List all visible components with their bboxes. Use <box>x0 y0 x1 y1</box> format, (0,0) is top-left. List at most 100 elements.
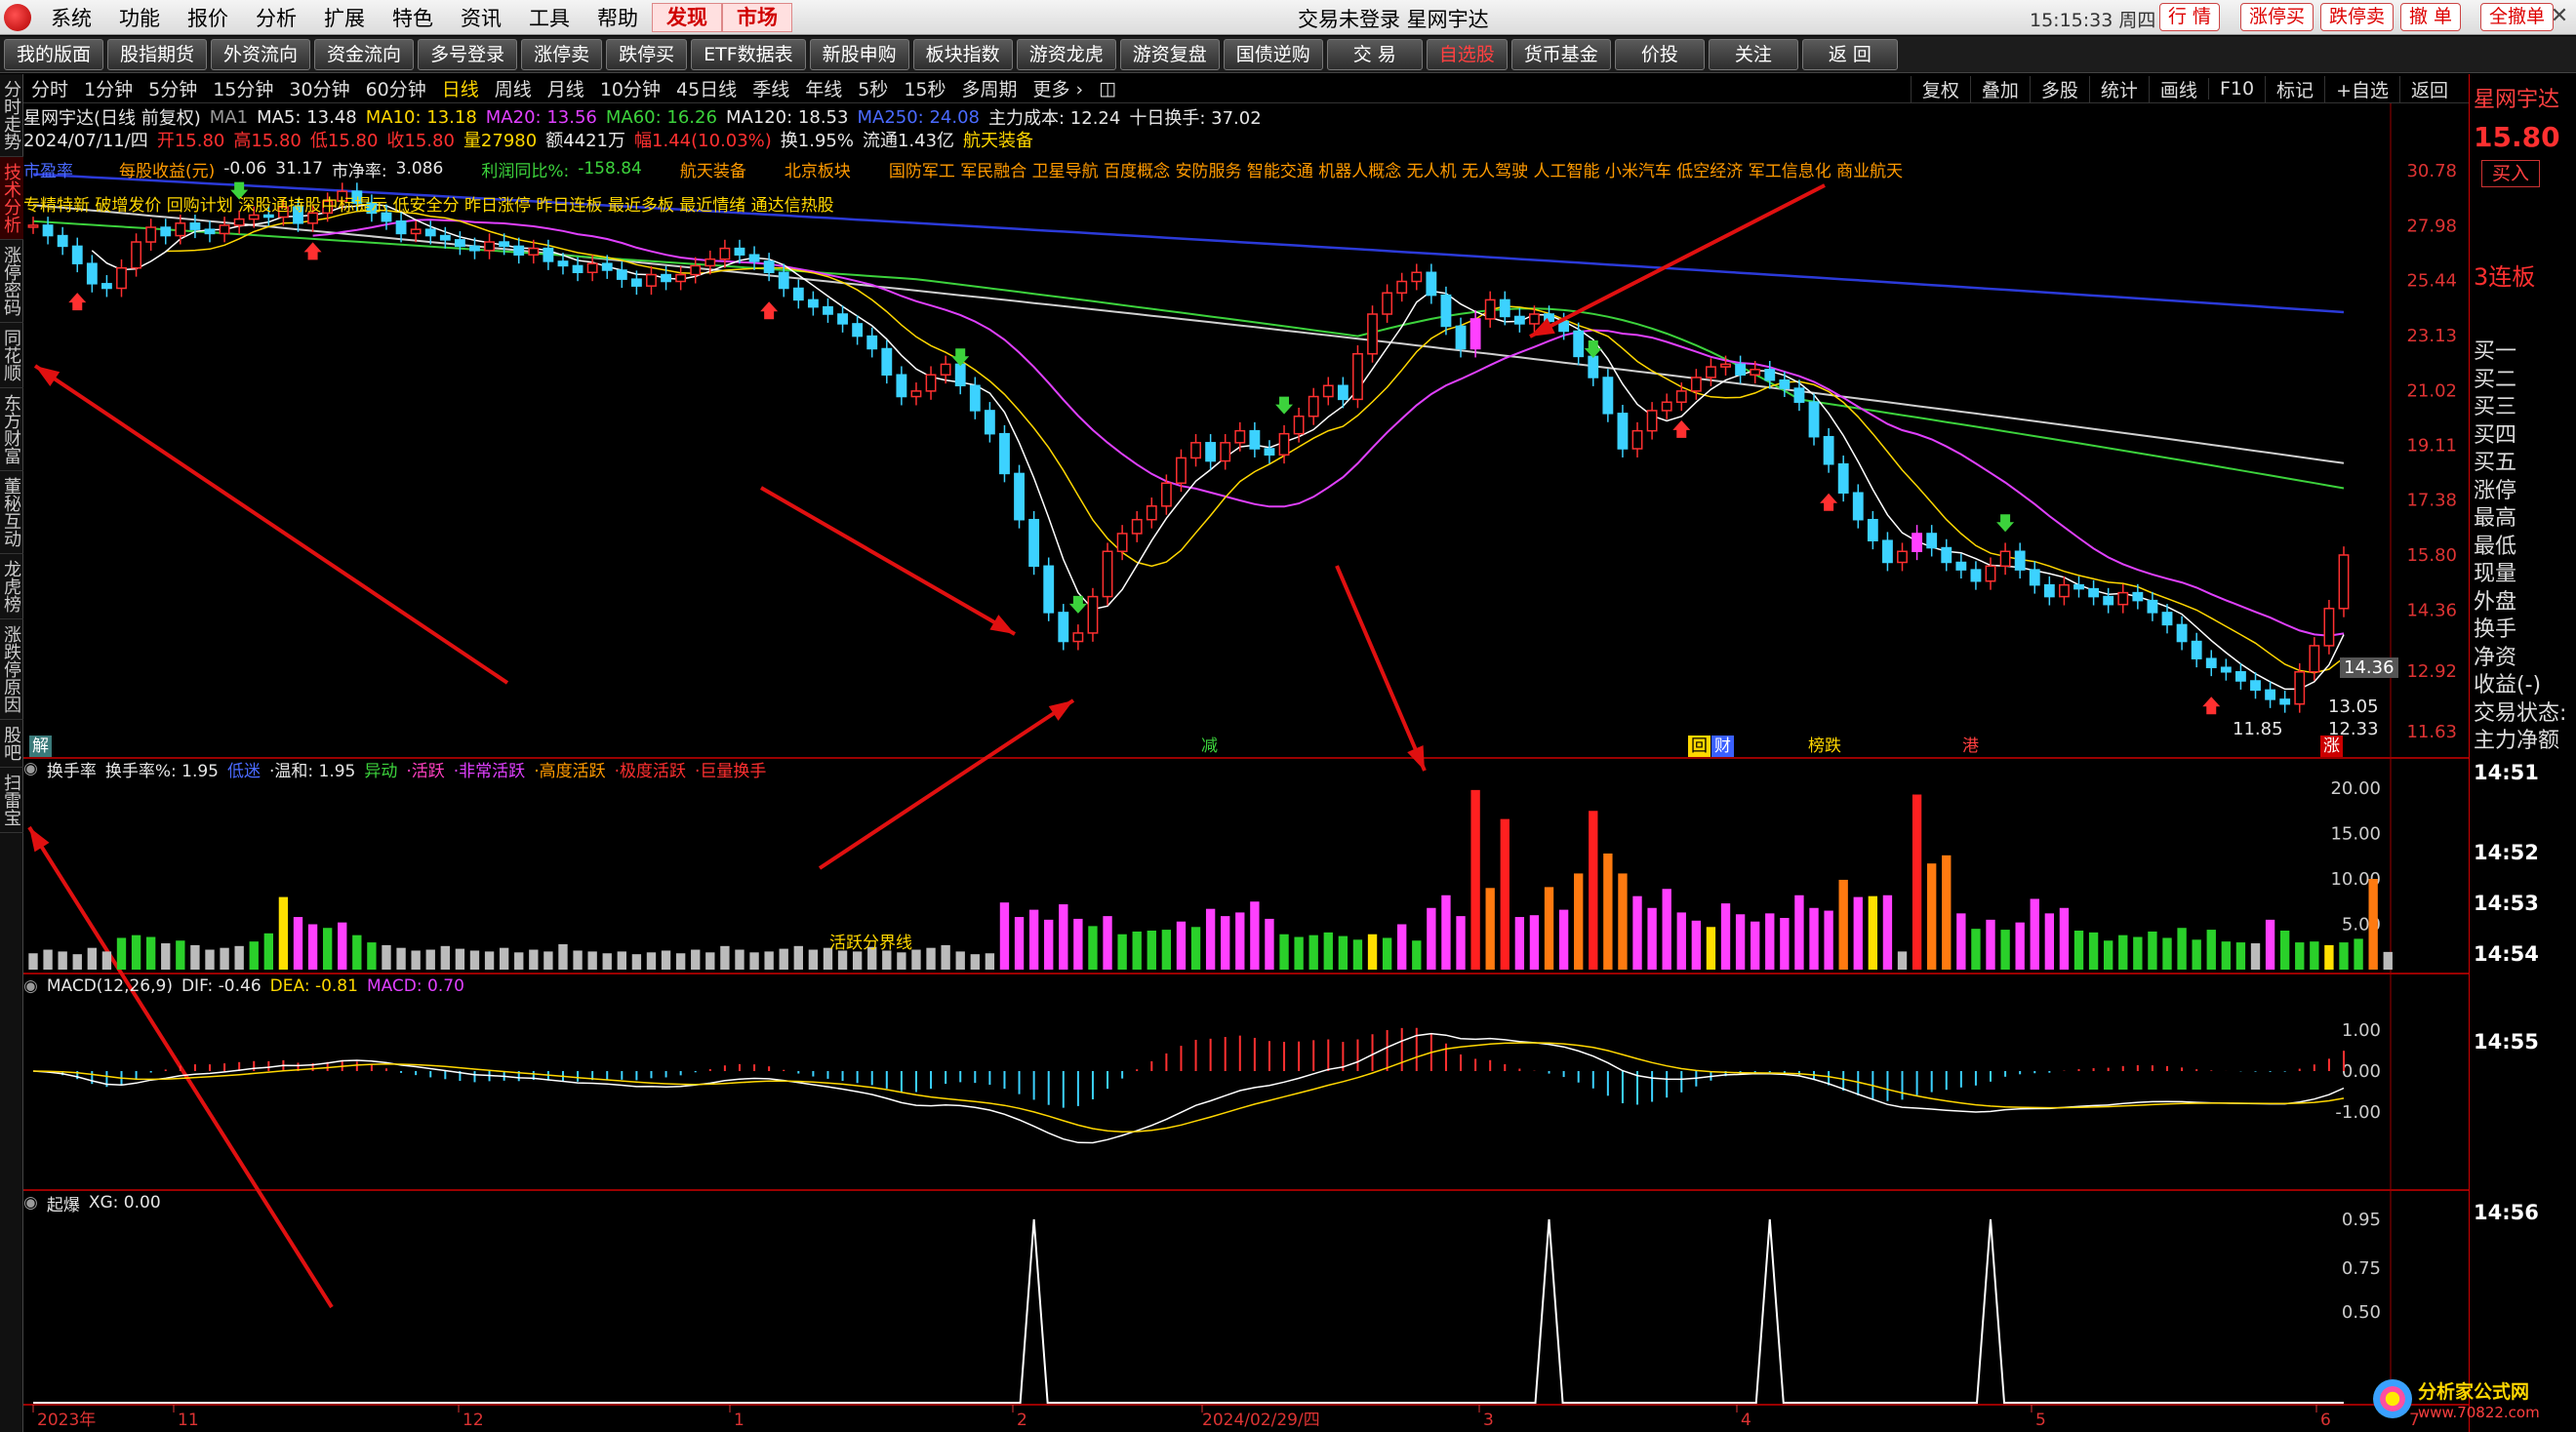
quick-trade-button[interactable]: 涨停买 <box>2240 3 2314 31</box>
left-tab[interactable]: 龙虎榜 <box>0 554 23 619</box>
toolbar-button[interactable]: 多号登录 <box>418 38 518 70</box>
menu-item[interactable]: 工具 <box>515 3 584 32</box>
turnover-bar <box>749 952 759 970</box>
toolbar-button[interactable]: 国债逆购 <box>1223 38 1323 70</box>
period-tab[interactable]: 更多 › <box>1026 75 1092 101</box>
toolbar-button[interactable]: 我的版面 <box>4 38 104 70</box>
toolbar-button[interactable]: 外资流向 <box>211 38 311 70</box>
menu-item[interactable]: 报价 <box>174 3 242 32</box>
chart-tool-button[interactable]: 返回 <box>2398 75 2459 102</box>
left-tab[interactable]: 同花顺 <box>0 323 23 388</box>
toolbar-button[interactable]: ETF数据表 <box>691 38 806 70</box>
toolbar-button[interactable]: 资金流向 <box>314 38 415 70</box>
menu-highlight-item[interactable]: 市场 <box>722 2 792 32</box>
left-tab[interactable]: 涨跌停原因 <box>0 619 23 720</box>
toolbar-button[interactable]: 涨停卖 <box>521 38 603 70</box>
chart-tool-button[interactable]: +自选 <box>2324 75 2399 102</box>
period-tab[interactable]: 月线 <box>540 75 592 101</box>
panel-toggle-icon[interactable]: ◉ <box>23 1193 38 1213</box>
menu-item[interactable]: 系统 <box>37 3 105 32</box>
turnover-bar <box>499 947 509 970</box>
close-icon[interactable]: ✕ <box>2545 2 2574 31</box>
event-tag-hk[interactable]: 港 <box>1959 736 1982 757</box>
left-tab[interactable]: 分时走势 <box>0 74 23 157</box>
chart-tool-button[interactable]: 统计 <box>2088 75 2149 102</box>
period-tab[interactable]: 15分钟 <box>205 75 281 101</box>
chart-tool-button[interactable]: 标记 <box>2265 75 2324 102</box>
chart-tool-button[interactable]: 叠加 <box>1969 75 2030 102</box>
chart-tool-button[interactable]: 复权 <box>1910 75 1970 102</box>
left-tab[interactable]: 技术分析 <box>0 157 23 240</box>
period-tab[interactable]: 年线 <box>797 75 850 101</box>
menu-item[interactable]: 功能 <box>105 3 174 32</box>
quick-trade-button[interactable]: 行 情 <box>2159 3 2221 31</box>
feature-tags[interactable]: 专精特新 破增发价 回购计划 深股通持股中标提示 低安全分 昨日涨停 昨日连板 … <box>23 191 834 216</box>
toolbar-button[interactable]: 价投 <box>1614 38 1705 70</box>
period-tab[interactable]: 45日线 <box>668 75 745 101</box>
toolbar-button[interactable]: 返 回 <box>1801 38 1898 70</box>
left-tab[interactable]: 股吧 <box>0 720 23 768</box>
menu-item[interactable]: 分析 <box>242 3 310 32</box>
menu-item[interactable]: 扩展 <box>310 3 379 32</box>
period-tab[interactable]: 60分钟 <box>358 75 434 101</box>
chart-tool-button[interactable]: 画线 <box>2148 75 2208 102</box>
candle <box>1396 272 1408 302</box>
period-tab[interactable]: 多周期 <box>954 75 1026 101</box>
active-threshold-label: 活跃分界线 <box>829 934 912 953</box>
event-tag-list-drop[interactable]: 榜跌 <box>1805 736 1844 757</box>
left-tab[interactable]: 涨停密码 <box>0 240 23 323</box>
toolbar-button[interactable]: 关注 <box>1708 38 1798 70</box>
toolbar-button[interactable]: 股指期货 <box>107 38 208 70</box>
bar-date: 2024/07/11/四 <box>23 131 148 151</box>
period-tab[interactable]: 30分钟 <box>281 75 357 101</box>
candle-body <box>586 262 598 274</box>
period-tab[interactable]: 5秒 <box>850 75 896 101</box>
period-tab[interactable]: 周线 <box>487 75 540 101</box>
period-tab[interactable]: 分时 <box>23 75 76 101</box>
panel-toggle-icon[interactable]: ◉ <box>23 976 38 996</box>
quick-trade-button[interactable]: 跌停卖 <box>2320 3 2395 31</box>
toolbar-button[interactable]: 交 易 <box>1326 38 1423 70</box>
event-tag-unlock[interactable]: 解 <box>29 736 52 757</box>
toolbar-button[interactable]: 自选股 <box>1426 38 1508 70</box>
period-tab[interactable]: 15秒 <box>896 75 953 101</box>
period-tab[interactable]: 季线 <box>745 75 797 101</box>
layout-toggle-icon[interactable]: ◫ <box>1091 78 1124 99</box>
quick-trade-button[interactable]: 全撤单 <box>2480 3 2555 31</box>
menu-item[interactable]: 帮助 <box>584 3 652 32</box>
chart-tool-button[interactable]: F10 <box>2207 78 2265 99</box>
left-tab[interactable]: 董秘互动 <box>0 471 23 554</box>
sector-tag-1[interactable]: 航天装备 <box>680 157 746 181</box>
chart-tool-button[interactable]: 多股 <box>2029 75 2089 102</box>
event-tag-finance[interactable]: 财 <box>1711 736 1734 757</box>
menu-highlight-item[interactable]: 发现 <box>652 2 722 32</box>
annotation-arrow <box>1529 183 1826 338</box>
period-tab[interactable]: 1分钟 <box>76 75 141 101</box>
toolbar-button[interactable]: 新股申购 <box>809 38 909 70</box>
menu-item[interactable]: 特色 <box>379 3 447 32</box>
candle-body <box>1249 429 1261 450</box>
left-tab[interactable]: 扫雷宝 <box>0 768 23 833</box>
period-tab[interactable]: 日线 <box>434 75 487 101</box>
period-tab[interactable]: 5分钟 <box>141 75 205 101</box>
toolbar-button[interactable]: 游资复盘 <box>1119 38 1220 70</box>
toolbar-button[interactable]: 游资龙虎 <box>1016 38 1116 70</box>
panel-toggle-icon[interactable]: ◉ <box>23 759 38 778</box>
buy-button[interactable]: 买入 <box>2481 160 2540 187</box>
candle-body <box>925 374 937 392</box>
candle <box>748 246 760 270</box>
watermark-text: 分析家公式网 <box>2418 1380 2530 1403</box>
toolbar-button[interactable]: 板块指数 <box>912 38 1013 70</box>
event-tag-reduce[interactable]: 减 <box>1198 736 1221 757</box>
menu-item[interactable]: 资讯 <box>447 3 515 32</box>
toolbar-button[interactable]: 跌停买 <box>606 38 688 70</box>
sector-tag-2[interactable]: 北京板块 <box>785 157 851 181</box>
event-tag-buyback[interactable]: 回 <box>1688 736 1711 757</box>
ma10-value: MA10: 13.18 <box>365 106 477 128</box>
turnover-bar <box>1529 915 1540 970</box>
period-tab[interactable]: 10分钟 <box>592 75 668 101</box>
toolbar-button[interactable]: 货币基金 <box>1510 38 1611 70</box>
left-tab[interactable]: 东方财富 <box>0 388 23 471</box>
concept-tags[interactable]: 国防军工 军民融合 卫星导航 百度概念 安防服务 智能交通 机器人概念 无人机 … <box>889 157 1903 181</box>
quick-trade-button[interactable]: 撤 单 <box>2400 3 2462 31</box>
